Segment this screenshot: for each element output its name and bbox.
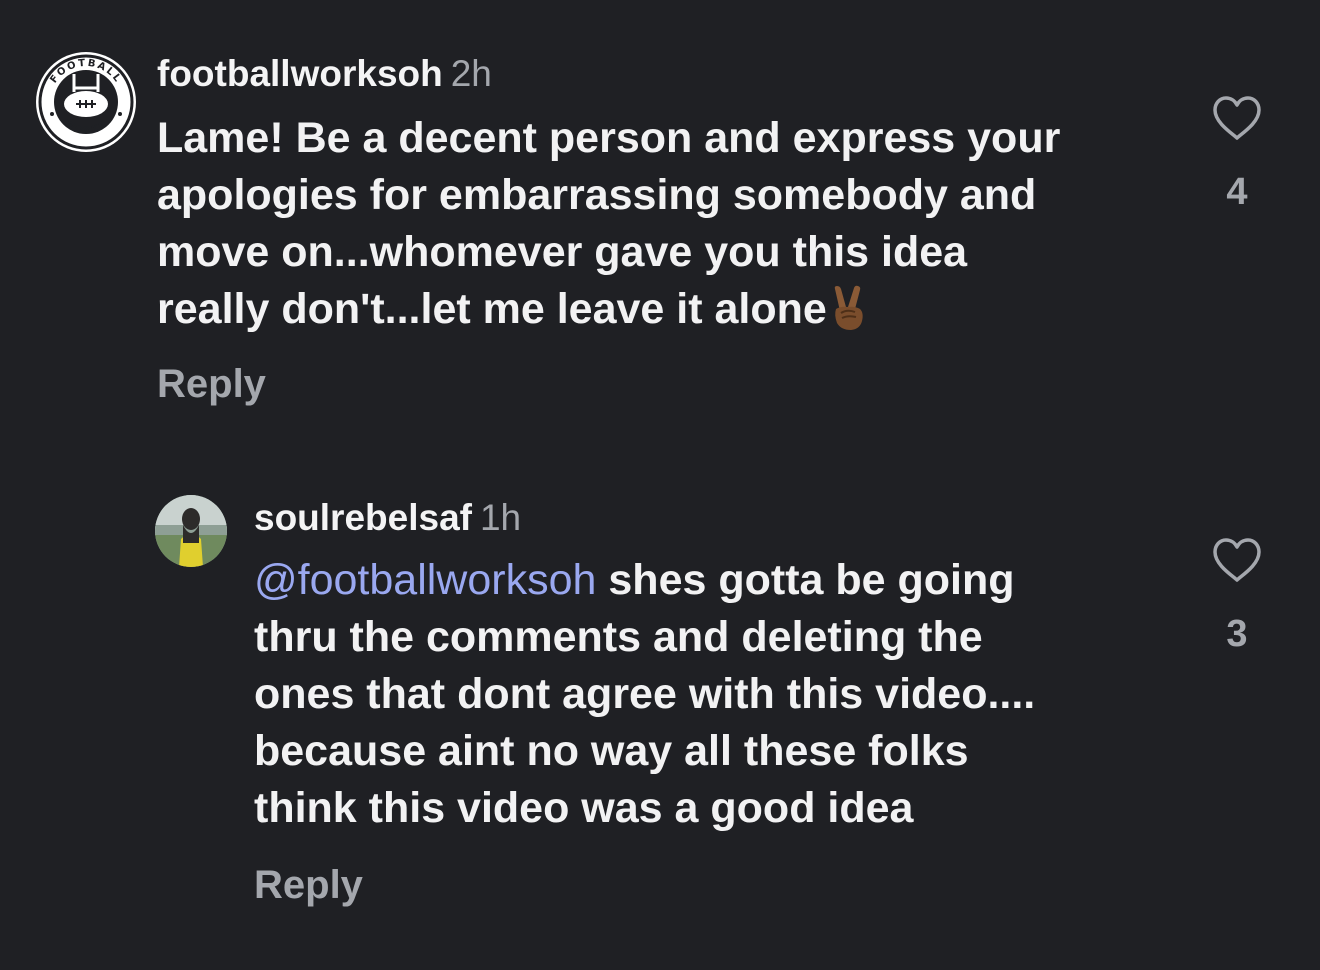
reply-button[interactable]: Reply xyxy=(157,360,266,408)
heart-outline-icon[interactable] xyxy=(1211,94,1263,142)
comment-line: thru the comments and deleting the xyxy=(254,613,983,661)
heart-outline-icon[interactable] xyxy=(1211,536,1263,584)
comment-line: think this video was a good idea xyxy=(254,784,914,832)
comment-text: @footballworksoh shes gotta be going thr… xyxy=(254,552,1035,837)
timestamp: 1h xyxy=(479,497,522,538)
comment-header: footballworksoh 2h xyxy=(157,52,492,96)
avatar[interactable] xyxy=(155,495,227,567)
timestamp: 2h xyxy=(450,53,492,94)
comment-line-first: @footballworksoh shes gotta be going xyxy=(254,552,1035,609)
like-count: 3 xyxy=(1226,613,1248,655)
avatar[interactable]: FOOTBALL WORKS xyxy=(36,52,136,152)
reply-button[interactable]: Reply xyxy=(254,861,363,909)
user-mention-link[interactable]: @footballworksoh xyxy=(254,556,596,604)
comment-line: because aint no way all these folks xyxy=(254,727,969,775)
footballworks-logo-icon: FOOTBALL WORKS xyxy=(37,53,135,151)
comment-line-text: shes gotta be going xyxy=(596,556,1015,604)
username[interactable]: footballworksoh xyxy=(157,53,443,94)
comment-line: move on...whomever gave you this idea xyxy=(157,228,968,276)
reply-comment: soulrebelsaf 1h @footballworksoh shes got… xyxy=(0,470,1320,950)
like-section: 4 xyxy=(1205,94,1269,214)
comment-text: Lame! Be a decent person and express you… xyxy=(157,110,1060,346)
like-section: 3 xyxy=(1205,536,1269,656)
like-count: 4 xyxy=(1226,171,1248,213)
comment-line: Lame! Be a decent person and express you… xyxy=(157,114,1061,162)
comment-line-text: really don't...let me leave it alone xyxy=(157,285,827,333)
comment-line: apologies for embarrassing somebody and xyxy=(157,171,1037,219)
comment-line: ones that dont agree with this video.... xyxy=(254,670,1036,718)
username[interactable]: soulrebelsaf xyxy=(254,497,472,538)
victory-hand-emoji xyxy=(829,285,867,346)
profile-photo xyxy=(155,495,227,567)
comment-header: soulrebelsaf 1h xyxy=(254,496,521,540)
comment: FOOTBALL WORKS footballworksoh 2h Lame! B… xyxy=(0,0,1320,440)
comment-line-last: really don't...let me leave it alone xyxy=(157,281,1060,346)
